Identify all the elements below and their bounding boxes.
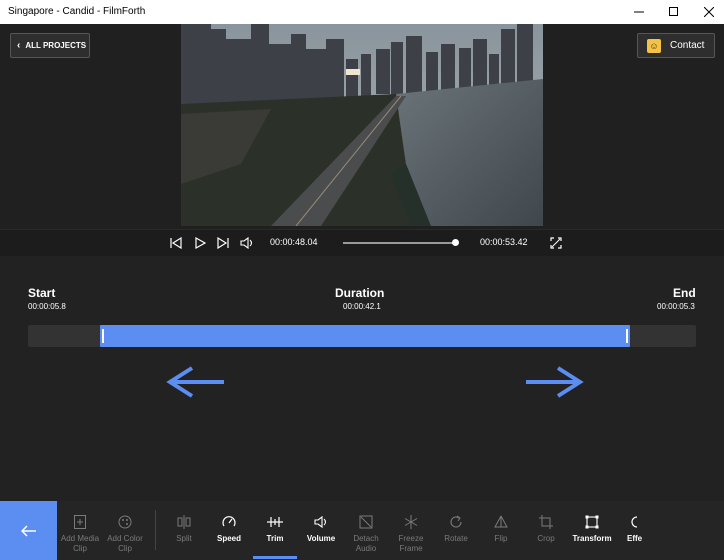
active-tab-indicator xyxy=(253,556,297,559)
tool-volume[interactable]: Volume xyxy=(300,501,342,560)
end-value: 00:00:05.3 xyxy=(657,302,695,311)
skip-start-button[interactable] xyxy=(168,235,184,251)
speaker-icon xyxy=(240,237,253,249)
start-value: 00:00:05.8 xyxy=(28,302,66,311)
transform-icon xyxy=(585,515,599,529)
tool-effects[interactable]: Effe xyxy=(620,501,650,560)
effects-icon xyxy=(628,515,638,529)
tool-add-color-clip[interactable]: Add Color Clip xyxy=(103,501,147,560)
tool-rotate[interactable]: Rotate xyxy=(435,501,477,560)
end-label: End xyxy=(673,286,696,300)
add-media-icon xyxy=(73,515,87,529)
seek-slider-thumb[interactable] xyxy=(452,239,459,246)
window-title: Singapore - Candid - FilmForth xyxy=(8,6,146,17)
skip-end-icon xyxy=(217,237,229,249)
duration-value: 00:00:42.1 xyxy=(343,302,381,311)
snowflake-icon xyxy=(404,515,418,529)
color-palette-icon xyxy=(118,515,132,529)
close-button[interactable] xyxy=(694,0,724,24)
fullscreen-icon xyxy=(550,237,562,249)
contact-button[interactable]: ☺ Contact xyxy=(637,33,715,58)
toolbar-divider xyxy=(155,510,156,550)
tool-add-media-clip[interactable]: Add Media Clip xyxy=(58,501,102,560)
tool-speed[interactable]: Speed xyxy=(209,501,249,560)
minimize-icon xyxy=(634,11,644,13)
video-frame xyxy=(181,24,543,226)
tool-crop[interactable]: Crop xyxy=(525,501,567,560)
fullscreen-button[interactable] xyxy=(548,235,564,251)
trim-icon xyxy=(267,515,283,529)
back-button[interactable] xyxy=(0,501,57,560)
trim-end-handle[interactable] xyxy=(626,329,628,343)
skip-end-button[interactable] xyxy=(215,235,231,251)
arrow-right-icon xyxy=(524,364,584,405)
chevron-left-icon: ‹ xyxy=(17,40,21,51)
start-label: Start xyxy=(28,286,56,300)
title-bar: Singapore - Candid - FilmForth xyxy=(0,0,724,25)
rotate-icon xyxy=(449,515,463,529)
tool-detach-audio[interactable]: Detach Audio xyxy=(345,501,387,560)
arrow-back-icon xyxy=(20,524,36,537)
video-preview[interactable] xyxy=(181,24,543,226)
tool-freeze-frame[interactable]: Freeze Frame xyxy=(390,501,432,560)
speed-icon xyxy=(222,515,236,529)
skip-start-icon xyxy=(170,237,182,249)
all-projects-label: ALL PROJECTS xyxy=(25,41,87,50)
flip-icon xyxy=(494,515,508,529)
tool-split[interactable]: Split xyxy=(164,501,204,560)
minimize-button[interactable] xyxy=(624,0,654,24)
close-icon xyxy=(704,7,714,17)
play-icon xyxy=(195,237,206,249)
split-icon xyxy=(177,515,191,529)
edit-toolbar: Add Media Clip Add Color Clip Split Spee… xyxy=(0,501,724,560)
mute-button[interactable] xyxy=(239,235,255,251)
detach-audio-icon xyxy=(359,515,373,529)
trim-panel: Start 00:00:05.8 Duration 00:00:42.1 End… xyxy=(0,256,724,501)
seek-slider[interactable] xyxy=(343,242,456,244)
tool-trim[interactable]: Trim xyxy=(254,501,296,560)
duration-label: Duration xyxy=(335,286,385,300)
maximize-icon xyxy=(669,7,678,16)
playback-bar: 00:00:48.04 00:00:53.42 xyxy=(0,229,724,257)
play-button[interactable] xyxy=(192,235,208,251)
tool-flip[interactable]: Flip xyxy=(480,501,522,560)
trim-start-handle[interactable] xyxy=(102,329,104,343)
current-time: 00:00:48.04 xyxy=(270,237,318,247)
arrow-left-icon xyxy=(166,364,226,405)
all-projects-button[interactable]: ‹ ALL PROJECTS xyxy=(10,33,90,58)
tool-transform[interactable]: Transform xyxy=(569,501,615,560)
total-time: 00:00:53.42 xyxy=(480,237,528,247)
contact-avatar-icon: ☺ xyxy=(647,38,661,53)
contact-label: Contact xyxy=(670,40,705,51)
volume-icon xyxy=(314,515,328,529)
trim-selection[interactable] xyxy=(100,325,630,347)
maximize-button[interactable] xyxy=(659,0,689,24)
crop-icon xyxy=(539,515,553,529)
